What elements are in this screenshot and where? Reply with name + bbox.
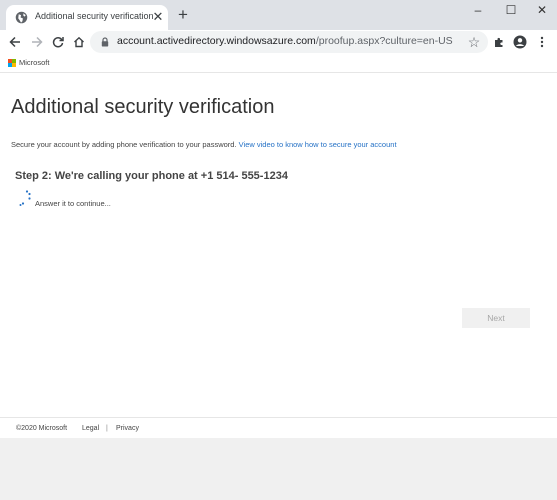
footer: ©2020 Microsoft Legal | Privacy xyxy=(0,417,557,438)
tab-title: Additional security verification xyxy=(35,11,154,21)
new-tab-icon[interactable]: + xyxy=(174,5,192,25)
lock-icon[interactable] xyxy=(101,37,109,47)
brand-name: Microsoft xyxy=(19,58,50,67)
globe-icon xyxy=(15,11,28,24)
reload-icon[interactable] xyxy=(49,33,67,51)
url-host: account.activedirectory.windowsazure.com xyxy=(117,35,316,47)
close-window-icon[interactable]: ✕ xyxy=(531,2,553,18)
profile-icon[interactable] xyxy=(511,33,529,51)
intro-sentence: Secure your account by adding phone veri… xyxy=(11,140,237,149)
address-bar[interactable]: account.activedirectory.windowsazure.com… xyxy=(90,31,488,53)
url-text: account.activedirectory.windowsazure.com… xyxy=(117,35,453,47)
home-icon[interactable] xyxy=(70,33,88,51)
intro-text: Secure your account by adding phone veri… xyxy=(11,140,397,149)
browser-tab[interactable]: Additional security verification ✕ xyxy=(6,5,168,30)
browser-toolbar: account.activedirectory.windowsazure.com… xyxy=(0,30,557,54)
minimize-icon[interactable]: – xyxy=(467,2,489,18)
url-path: /proofup.aspx?culture=en-US xyxy=(315,35,453,47)
header-bar: Microsoft xyxy=(0,54,557,73)
page-content: Microsoft Additional security verificati… xyxy=(0,54,557,438)
tab-close-icon[interactable]: ✕ xyxy=(151,9,165,25)
loading-spinner-icon xyxy=(19,190,31,206)
back-icon[interactable] xyxy=(6,33,24,51)
extensions-icon[interactable] xyxy=(490,33,508,51)
forward-icon[interactable] xyxy=(28,33,46,51)
star-icon[interactable]: ☆ xyxy=(466,34,482,50)
maximize-icon[interactable]: ☐ xyxy=(500,2,522,18)
legal-link[interactable]: Legal xyxy=(82,425,99,432)
browser-tabstrip: Additional security verification ✕ + – ☐… xyxy=(0,0,557,30)
call-status-text: Answer it to continue... xyxy=(35,199,111,208)
next-button[interactable]: Next xyxy=(462,308,530,328)
copyright-text: ©2020 Microsoft xyxy=(16,425,68,432)
footer-separator: | xyxy=(106,425,108,432)
microsoft-logo-icon xyxy=(8,59,16,67)
video-link[interactable]: View video to know how to secure your ac… xyxy=(239,140,397,149)
page-title: Additional security verification xyxy=(11,96,275,118)
privacy-link[interactable]: Privacy xyxy=(116,425,139,432)
step-heading: Step 2: We're calling your phone at +1 5… xyxy=(15,170,288,182)
menu-icon[interactable] xyxy=(533,33,551,51)
